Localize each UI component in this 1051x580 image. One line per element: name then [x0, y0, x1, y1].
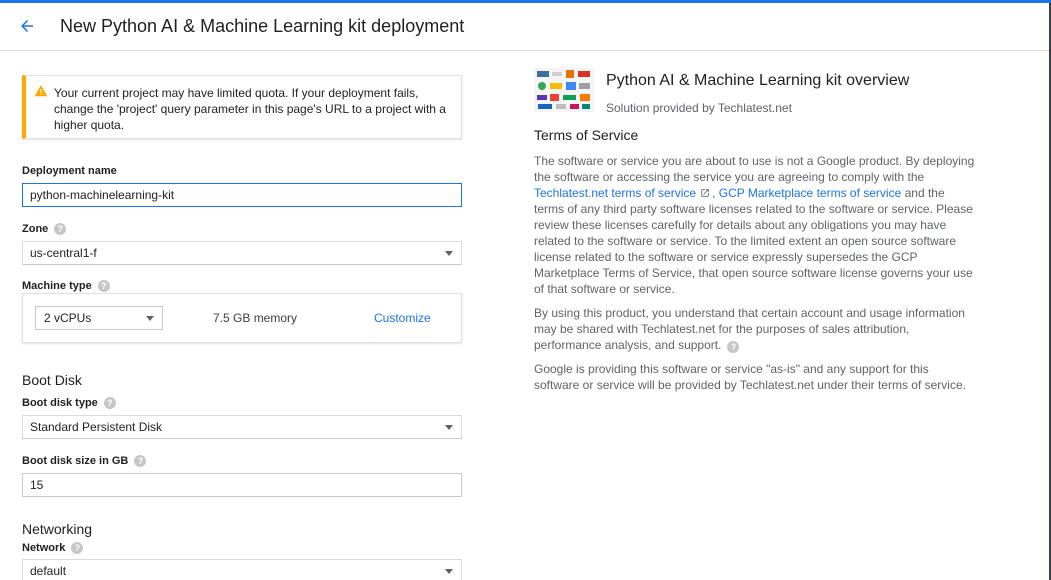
- product-logo: [534, 68, 594, 112]
- boot-disk-size-label: Boot disk size in GB ?: [22, 455, 147, 467]
- deployment-name-value: python-machinelearning-kit: [30, 188, 175, 202]
- boot-disk-type-select[interactable]: Standard Persistent Disk: [22, 415, 462, 439]
- machine-type-label: Machine type ?: [22, 280, 110, 292]
- network-value: default: [30, 564, 67, 578]
- terms-text: and the terms of any third party softwar…: [534, 186, 973, 296]
- help-icon[interactable]: ?: [134, 455, 147, 467]
- warning-text: Your current project may have limited qu…: [54, 86, 446, 132]
- page-header: New Python AI & Machine Learning kit dep…: [0, 3, 1051, 51]
- machine-type-card: 2 vCPUs 7.5 GB memory Customize: [22, 293, 462, 343]
- warning-icon: [34, 85, 48, 97]
- boot-disk-type-label: Boot disk type ?: [22, 397, 116, 409]
- dropdown-caret-icon: [445, 425, 453, 430]
- networking-section-title: Networking: [22, 521, 93, 537]
- gcp-marketplace-terms-link[interactable]: GCP Marketplace terms of service: [719, 186, 902, 200]
- provider-text: Solution provided by Techlatest.net: [606, 101, 792, 115]
- terms-of-service-title: Terms of Service: [534, 127, 639, 143]
- page-title: New Python AI & Machine Learning kit dep…: [60, 16, 465, 36]
- terms-paragraph-1: The software or service you are about to…: [534, 153, 976, 297]
- vcpu-value: 2 vCPUs: [44, 311, 92, 325]
- help-icon[interactable]: ?: [97, 280, 110, 292]
- boot-disk-size-input[interactable]: 15: [22, 473, 462, 497]
- help-icon[interactable]: ?: [727, 341, 740, 353]
- zone-select[interactable]: us-central1-f: [22, 241, 462, 265]
- zone-label: Zone ?: [22, 223, 67, 235]
- deployment-name-label: Deployment name: [22, 165, 117, 177]
- dropdown-caret-icon: [445, 569, 453, 574]
- boot-disk-type-value: Standard Persistent Disk: [30, 420, 163, 434]
- terms-text: The software or service you are about to…: [534, 154, 975, 184]
- help-icon[interactable]: ?: [71, 542, 84, 554]
- boot-disk-section-title: Boot Disk: [22, 372, 82, 388]
- zone-value: us-central1-f: [30, 246, 97, 260]
- arrow-back-icon: [21, 20, 33, 32]
- memory-text: 7.5 GB memory: [213, 311, 298, 325]
- machine-type-label-text: Machine type: [22, 280, 92, 292]
- external-link-icon: [701, 189, 709, 197]
- boot-disk-size-value: 15: [30, 478, 44, 492]
- terms-text: ,: [712, 186, 719, 200]
- network-label-text: Network: [22, 542, 66, 554]
- dropdown-caret-icon: [146, 316, 154, 321]
- help-icon[interactable]: ?: [103, 397, 116, 409]
- network-label: Network ?: [22, 542, 84, 554]
- vcpu-select[interactable]: 2 vCPUs: [35, 306, 163, 330]
- zone-label-text: Zone: [22, 223, 49, 235]
- terms-paragraph-2: By using this product, you understand th…: [534, 305, 976, 353]
- quota-warning: Your current project may have limited qu…: [22, 75, 462, 139]
- terms-text: Google is providing this software or ser…: [534, 362, 966, 392]
- deployment-name-input[interactable]: python-machinelearning-kit: [22, 183, 462, 207]
- boot-disk-size-label-text: Boot disk size in GB: [22, 455, 129, 467]
- help-icon[interactable]: ?: [54, 223, 67, 235]
- network-select[interactable]: default: [22, 559, 462, 580]
- terms-text: By using this product, you understand th…: [534, 306, 965, 352]
- back-button[interactable]: [12, 11, 42, 41]
- overview-title: Python AI & Machine Learning kit overvie…: [606, 72, 910, 89]
- dropdown-caret-icon: [445, 251, 453, 256]
- customize-link[interactable]: Customize: [374, 311, 431, 325]
- terms-paragraph-3: Google is providing this software or ser…: [534, 361, 976, 393]
- techlatest-terms-link[interactable]: Techlatest.net terms of service: [534, 186, 696, 200]
- boot-disk-type-label-text: Boot disk type: [22, 397, 98, 409]
- deployment-name-label-text: Deployment name: [22, 165, 117, 177]
